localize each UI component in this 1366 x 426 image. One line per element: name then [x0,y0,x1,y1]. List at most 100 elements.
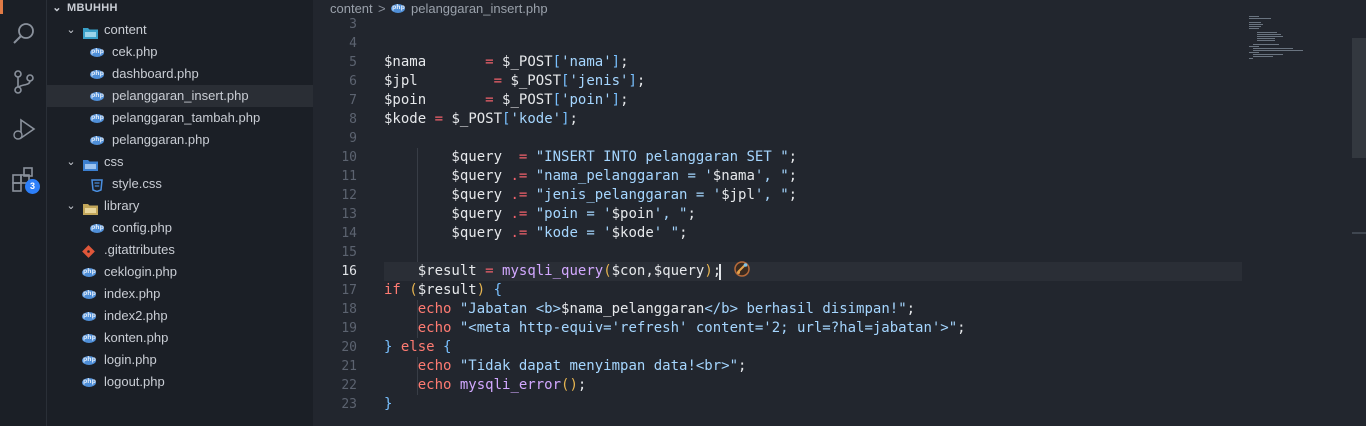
tree-file-index-php[interactable]: index.php [47,283,313,305]
line-number: 12 [341,188,357,203]
tree-file-dashboard-php[interactable]: dashboard.php [47,63,313,85]
tree-file-index2-php[interactable]: index2.php [47,305,313,327]
code-token: echo [384,358,452,374]
code-token: ; [679,225,688,241]
code-line[interactable]: $query .= "poin = '$poin', "; [384,205,696,224]
code-token: mysqli_error [459,377,562,393]
code-token: ) [476,282,486,298]
line-number: 6 [349,74,357,89]
line-number: 4 [349,36,357,51]
tree-folder-library[interactable]: ⌄ library [47,195,313,217]
tree-file-ceklogin-php[interactable]: ceklogin.php [47,261,313,283]
code-line[interactable]: $result = mysqli_query($con,$query); [384,262,722,281]
source-control-icon[interactable] [10,68,38,96]
breadcrumb-file[interactable]: pelanggaran_insert.php [411,0,548,17]
line-number: 15 [341,245,357,260]
php-file-icon [90,222,104,234]
git-file-icon [82,243,96,258]
active-view-indicator [0,0,3,14]
code-line[interactable]: echo mysqli_error(); [384,376,587,395]
tree-folder-css[interactable]: ⌄ css [47,151,313,173]
code-line[interactable]: $query = "INSERT INTO pelanggaran SET "; [384,148,797,167]
code-line[interactable]: echo "Jabatan <b>$nama_pelanggaran</b> b… [384,300,915,319]
code-token: 'poin' [561,92,612,108]
vertical-scrollbar-thumb[interactable] [1352,38,1366,158]
code-line[interactable]: echo "Tidak dapat menyimpan data!<br>"; [384,357,747,376]
code-token: ; [788,149,798,165]
code-token: pelanggaran [645,149,739,165]
code-token: = [485,92,494,108]
code-line[interactable]: $jpl = $_POST['jenis']; [384,72,645,91]
line-number: 3 [349,17,357,32]
tree-file-config-php[interactable]: config.php [47,217,313,239]
code-line[interactable]: $query .= "jenis_pelanggaran = '$jpl', "… [384,186,797,205]
line-number: 23 [341,397,357,412]
code-token: </b> berhasil disimpan!" [704,301,907,317]
code-token: [ [552,92,562,108]
breadcrumb-separator: > [378,1,386,16]
code-token: $query [384,225,503,241]
code-token: else [400,339,435,355]
code-token: = [485,54,494,70]
tree-item-label: index.php [104,286,161,301]
code-token: } [384,396,393,412]
code-token: ] [628,73,637,89]
tree-item-label: konten.php [104,330,169,345]
code-token: "nama_pelanggaran = ' [535,168,713,184]
tree-file-login-php[interactable]: login.php [47,349,313,371]
explorer-root[interactable]: ⌄ MBUHHH [47,0,313,19]
php-file-icon [82,354,96,366]
code-token: $_POST [502,73,562,89]
code-line[interactable]: if ($result) { [384,281,502,300]
code-action-lightbulb-icon[interactable] [731,258,753,280]
tree-file-gitattributes[interactable]: .gitattributes [47,239,313,261]
code-line[interactable]: $nama = $_POST['nama']; [384,53,629,72]
tree-item-label: style.css [112,176,162,191]
tree-file-cek-php[interactable]: cek.php [47,41,313,63]
code-token: echo [384,377,452,393]
code-token: = [485,263,494,279]
tree-file-pelanggaran-tambah-php[interactable]: pelanggaran_tambah.php [47,107,313,129]
tree-file-style-css[interactable]: style.css [47,173,313,195]
tree-item-label: dashboard.php [112,66,199,81]
code-token: echo [384,320,452,336]
code-line[interactable]: $query .= "kode = '$kode' "; [384,224,688,243]
minimap[interactable] [1247,14,1337,74]
code-token: ) [704,263,713,279]
code-token: ; [906,301,916,317]
search-icon[interactable] [10,20,38,48]
code-line[interactable]: echo "<meta http-equiv='refresh' content… [384,319,966,338]
run-debug-icon[interactable] [10,115,38,143]
tree-item-label: pelanggaran.php [112,132,210,147]
code-token: ; [788,187,798,203]
code-token: "Tidak dapat menyimpan data!<br>" [459,358,739,374]
code-line[interactable]: $query .= "nama_pelanggaran = '$nama', "… [384,167,797,186]
code-line[interactable]: $poin = $_POST['poin']; [384,91,629,110]
tree-item-label: pelanggaran_insert.php [112,88,249,103]
tree-item-label: ceklogin.php [104,264,177,279]
code-token: ' " [653,225,680,241]
code-token: ; [569,111,578,127]
code-token: { [493,282,503,298]
code-token: .= [510,187,528,203]
activity-bar: 3 [0,0,47,426]
code-line[interactable]: } else { [384,338,451,357]
tree-file-logout-php[interactable]: logout.php [47,371,313,393]
code-line[interactable]: } [384,395,392,414]
tree-folder-content[interactable]: ⌄ content [47,19,313,41]
line-number: 22 [341,378,357,393]
tree-file-konten-php[interactable]: konten.php [47,327,313,349]
tree-file-pelanggaran-insert-php[interactable]: pelanggaran_insert.php [47,85,313,107]
chevron-down-icon: ⌄ [66,24,76,36]
code-line[interactable]: $kode = $_POST['kode']; [384,110,578,129]
code-editor[interactable]: content > pelanggaran_insert.php 3 4 5 6 7 8 9… [313,0,1366,426]
tree-file-pelanggaran-php[interactable]: pelanggaran.php [47,129,313,151]
